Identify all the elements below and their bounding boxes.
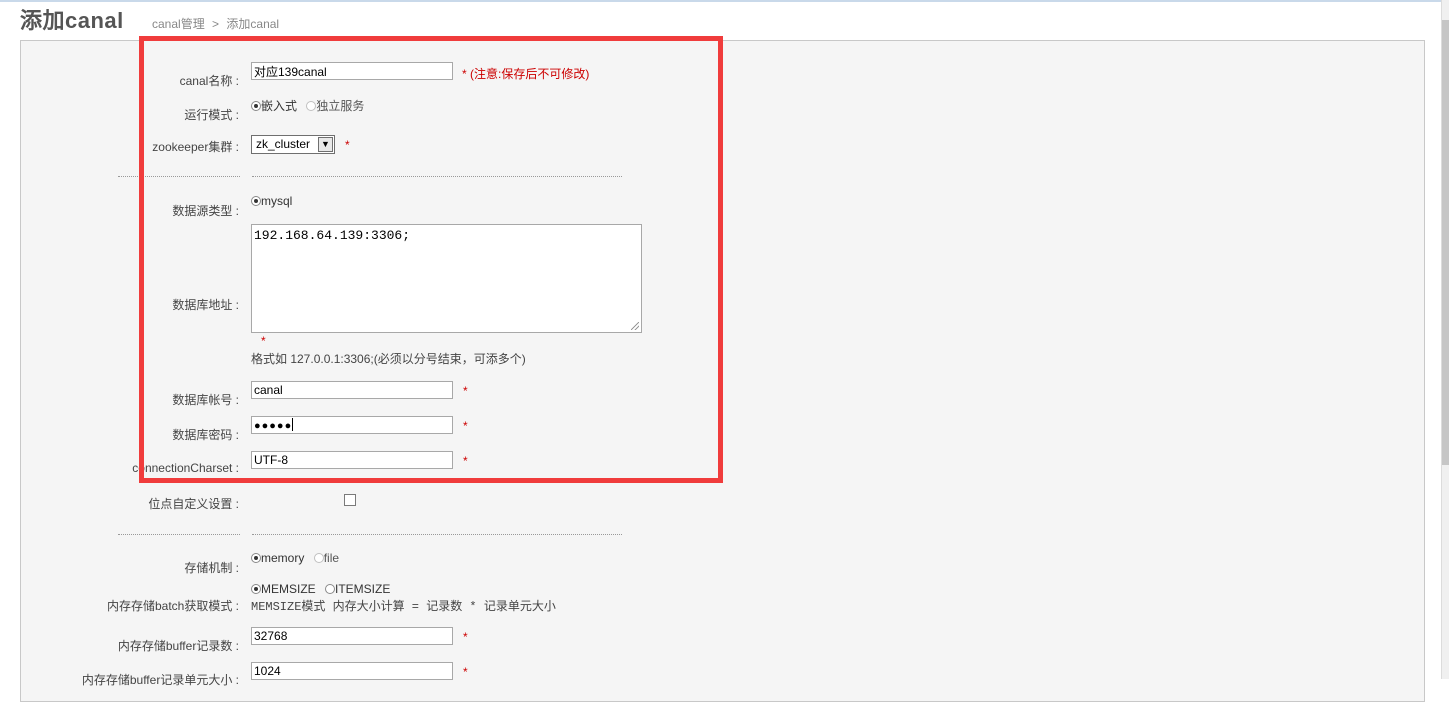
db-address-hint: 格式如 127.0.0.1:3306;(必须以分号结束，可添多个) — [251, 352, 526, 366]
run-mode-embedded-label: 嵌入式 — [261, 99, 298, 113]
run-mode-embedded-radio[interactable] — [251, 101, 261, 111]
db-password-dots: ●●●●● — [254, 420, 293, 432]
scrollbar-thumb[interactable] — [1442, 20, 1449, 465]
run-mode-label: 运行模式 — [184, 106, 239, 123]
db-password-required: * — [463, 419, 468, 433]
batch-mode-label: 内存存储batch获取模式 — [107, 597, 239, 614]
storage-memory-label: memory — [261, 551, 305, 565]
db-account-input[interactable] — [251, 381, 453, 399]
breadcrumb-parent[interactable]: canal管理 — [152, 17, 205, 31]
batch-memsize-label: MEMSIZE — [261, 582, 316, 596]
position-custom-label: 位点自定义设置 — [148, 495, 239, 512]
batch-itemsize-label: ITEMSIZE — [335, 582, 391, 596]
storage-label: 存储机制 — [184, 559, 239, 576]
db-address-value: 192.168.64.139:3306; — [254, 228, 411, 243]
separator-right — [252, 176, 622, 177]
zookeeper-required: * — [345, 138, 350, 152]
batch-memsize-radio[interactable] — [251, 584, 261, 594]
storage-group: memory file — [251, 551, 345, 565]
datasource-mysql-radio[interactable] — [251, 196, 261, 206]
zookeeper-label: zookeeper集群 — [152, 138, 239, 155]
storage-file-label: file — [323, 551, 340, 565]
datasource-mysql-label: mysql — [261, 194, 293, 208]
db-address-label: 数据库地址 — [172, 296, 239, 313]
zookeeper-select[interactable]: zk_cluster ▼ — [251, 135, 335, 154]
buffer-size-required: * — [463, 630, 468, 644]
db-account-label: 数据库帐号 — [172, 391, 239, 408]
top-border — [0, 0, 1449, 2]
charset-label: connectionCharset — [132, 461, 239, 475]
breadcrumb-current: 添加canal — [226, 17, 280, 31]
batch-itemsize-radio[interactable] — [325, 584, 336, 594]
separator-right-2 — [252, 534, 622, 535]
storage-memory-radio[interactable] — [251, 553, 261, 563]
batch-mode-hint: MEMSIZE模式 内存大小计算 = 记录数 * 记录单元大小 — [251, 600, 556, 614]
text-caret — [292, 418, 294, 431]
db-password-label: 数据库密码 — [172, 426, 239, 443]
buffer-unit-required: * — [463, 665, 468, 679]
separator-left-2 — [118, 534, 240, 535]
canal-name-label: canal名称 — [180, 72, 239, 89]
page-title: 添加canal — [20, 8, 124, 33]
storage-file-radio[interactable] — [313, 553, 324, 563]
position-custom-checkbox[interactable] — [344, 494, 356, 506]
batch-mode-group: MEMSIZE ITEMSIZE — [251, 582, 396, 596]
datasource-type-label: 数据源类型 — [172, 202, 239, 219]
db-address-textarea[interactable]: 192.168.64.139:3306; — [251, 224, 642, 333]
breadcrumb-separator: > — [212, 17, 220, 31]
db-account-required: * — [463, 384, 468, 398]
run-mode-group: 嵌入式 独立服务 — [251, 97, 370, 114]
breadcrumb: canal管理 > 添加canal — [152, 15, 279, 32]
buffer-size-input[interactable] — [251, 627, 453, 645]
zookeeper-selected-value: zk_cluster — [256, 137, 311, 151]
datasource-type-group: mysql — [251, 194, 298, 208]
run-mode-standalone-label: 独立服务 — [316, 99, 365, 113]
separator-left — [118, 176, 240, 177]
db-password-input[interactable]: ●●●●● — [251, 416, 453, 434]
resize-handle-icon[interactable] — [631, 322, 639, 330]
buffer-unit-input[interactable] — [251, 662, 453, 680]
buffer-unit-label: 内存存储buffer记录单元大小 — [82, 671, 239, 688]
buffer-size-label: 内存存储buffer记录数 — [118, 637, 239, 654]
dropdown-arrow-icon[interactable]: ▼ — [318, 137, 333, 152]
run-mode-standalone-radio[interactable] — [306, 101, 317, 111]
vertical-scrollbar[interactable] — [1441, 0, 1449, 679]
charset-input[interactable] — [251, 451, 453, 469]
canal-name-note: * (注意:保存后不可修改) — [462, 67, 590, 81]
db-address-required: * — [261, 334, 266, 348]
charset-required: * — [463, 454, 468, 468]
canal-name-input[interactable] — [251, 62, 453, 80]
